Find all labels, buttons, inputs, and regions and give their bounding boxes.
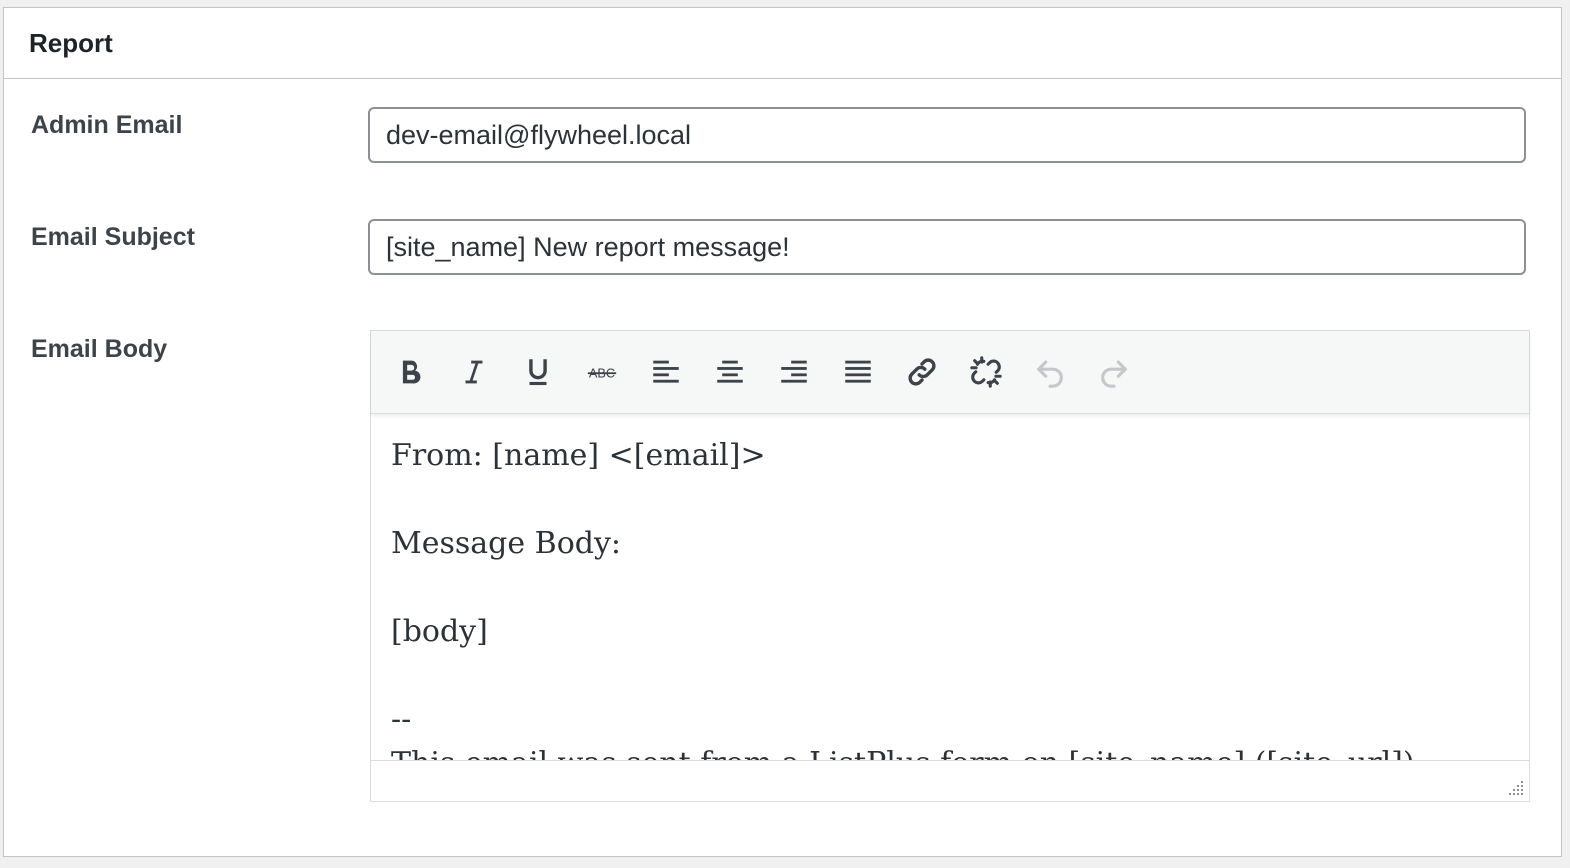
body-message-heading: Message Body: [391, 526, 622, 561]
email-body-editor: ABC From: [name] <[email]> Message Body:… [370, 330, 1530, 802]
bold-button[interactable] [378, 344, 442, 400]
redo-icon [1101, 360, 1127, 388]
align-center-icon [717, 360, 743, 383]
panel-title: Report [29, 27, 113, 58]
body-placeholder: [body] [391, 614, 488, 649]
email-subject-label: Email Subject [31, 223, 195, 251]
italic-icon [465, 360, 483, 384]
editor-toolbar: ABC [371, 331, 1529, 414]
resize-handle-icon[interactable] [1507, 779, 1525, 797]
panel-header: Report [4, 8, 1561, 79]
undo-icon [1037, 360, 1063, 388]
align-right-icon [781, 360, 807, 383]
bold-icon [402, 360, 421, 384]
insert-link-button[interactable] [890, 344, 954, 400]
email-body-label: Email Body [31, 335, 168, 363]
admin-email-label: Admin Email [31, 111, 183, 139]
admin-email-input[interactable] [368, 107, 1526, 163]
align-left-button[interactable] [634, 344, 698, 400]
strikethrough-icon: ABC [587, 366, 617, 381]
underline-button[interactable] [506, 344, 570, 400]
unlink-icon [970, 356, 1002, 388]
email-subject-input[interactable] [368, 219, 1526, 275]
align-justify-button[interactable] [826, 344, 890, 400]
signature-line: This email was sent from a ListPlus form… [391, 742, 1509, 762]
remove-link-button[interactable] [954, 344, 1018, 400]
report-panel: Report Admin Email Email Subject Email B… [3, 7, 1562, 857]
editor-content[interactable]: From: [name] <[email]> Message Body: [bo… [371, 414, 1529, 762]
signature-separator: -- [391, 702, 412, 737]
align-justify-icon [845, 360, 871, 383]
align-left-icon [653, 360, 679, 383]
strikethrough-button[interactable]: ABC [570, 344, 634, 400]
body-from-line: From: [name] <[email]> [391, 438, 766, 473]
link-icon [908, 358, 936, 386]
align-center-button[interactable] [698, 344, 762, 400]
italic-button[interactable] [442, 344, 506, 400]
editor-statusbar [371, 760, 1529, 801]
underline-icon [529, 359, 547, 386]
align-right-button[interactable] [762, 344, 826, 400]
redo-button[interactable] [1082, 344, 1146, 400]
undo-button[interactable] [1018, 344, 1082, 400]
